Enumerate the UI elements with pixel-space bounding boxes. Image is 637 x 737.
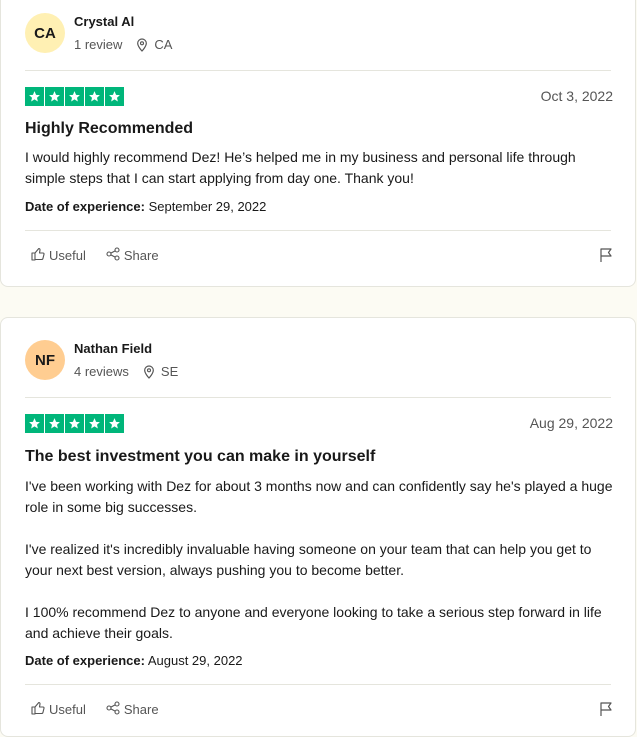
share-button[interactable]: Share: [106, 701, 159, 718]
experience-label: Date of experience:: [25, 653, 145, 668]
useful-button[interactable]: Useful: [31, 247, 86, 264]
share-label: Share: [123, 248, 159, 263]
review-actions: Useful Share: [31, 701, 159, 718]
review-body: I've been working with Dez for about 3 m…: [25, 476, 615, 644]
experience-value: August 29, 2022: [147, 653, 243, 668]
share-icon: [106, 247, 124, 264]
divider: [25, 397, 611, 398]
star-icon: [85, 414, 104, 433]
reviewer-name[interactable]: Nathan Field: [74, 341, 178, 356]
experience-date: Date of experience: September 29, 2022: [25, 199, 266, 214]
experience-label: Date of experience:: [25, 199, 145, 214]
review-title[interactable]: Highly Recommended: [25, 120, 193, 138]
review-actions: Useful Share: [31, 247, 159, 264]
star-icon: [45, 414, 64, 433]
useful-button[interactable]: Useful: [31, 701, 86, 718]
share-icon: [106, 701, 124, 718]
divider: [25, 684, 611, 685]
divider: [25, 70, 611, 71]
avatar[interactable]: NF: [25, 340, 65, 380]
thumbs-up-icon: [31, 701, 49, 718]
review-paragraph: I've been working with Dez for about 3 m…: [25, 478, 613, 515]
star-icon: [25, 87, 44, 106]
review-count: 1 review: [74, 37, 123, 52]
star-icon: [105, 87, 124, 106]
star-rating: [25, 87, 124, 106]
star-icon: [85, 87, 104, 106]
review-paragraph: I would highly recommend Dez! He’s helpe…: [25, 149, 576, 186]
divider: [25, 230, 611, 231]
reviewer-name[interactable]: Crystal Al: [74, 14, 172, 29]
star-icon: [25, 414, 44, 433]
reviewer-meta: 4 reviews SE: [74, 364, 178, 379]
location-pin-icon: [143, 364, 155, 379]
star-icon: [65, 87, 84, 106]
star-rating: [25, 414, 124, 433]
share-button[interactable]: Share: [106, 247, 159, 264]
reviewer-info: Crystal Al 1 review CA: [74, 14, 172, 52]
flag-icon[interactable]: [599, 701, 613, 722]
avatar[interactable]: CA: [25, 13, 65, 53]
review-card: NF Nathan Field 4 reviews SE Aug 29, 202…: [0, 317, 636, 737]
reviewer-meta: 1 review CA: [74, 37, 172, 52]
reviewer-country: CA: [154, 37, 173, 52]
experience-value: September 29, 2022: [148, 199, 267, 214]
review-paragraph: I 100% recommend Dez to anyone and every…: [25, 604, 602, 641]
location-pin-icon: [136, 37, 148, 52]
review-title[interactable]: The best investment you can make in your…: [25, 448, 375, 466]
experience-date: Date of experience: August 29, 2022: [25, 653, 243, 668]
reviewer-header[interactable]: CA Crystal Al 1 review CA: [25, 13, 172, 53]
star-icon: [65, 414, 84, 433]
review-card: CA Crystal Al 1 review CA Oct 3, 2022 Hi…: [0, 0, 636, 287]
review-date: Oct 3, 2022: [540, 88, 613, 104]
reviewer-header[interactable]: NF Nathan Field 4 reviews SE: [25, 340, 178, 380]
review-count: 4 reviews: [74, 364, 129, 379]
reviewer-country: SE: [160, 364, 179, 379]
review-body: I would highly recommend Dez! He’s helpe…: [25, 147, 615, 189]
star-icon: [105, 414, 124, 433]
share-label: Share: [123, 702, 159, 717]
review-date: Aug 29, 2022: [529, 415, 613, 431]
review-paragraph: I've realized it's incredibly invaluable…: [25, 541, 592, 578]
useful-label: Useful: [49, 248, 86, 263]
reviewer-info: Nathan Field 4 reviews SE: [74, 341, 178, 379]
thumbs-up-icon: [31, 247, 49, 264]
useful-label: Useful: [49, 702, 86, 717]
star-icon: [45, 87, 64, 106]
flag-icon[interactable]: [599, 247, 613, 268]
